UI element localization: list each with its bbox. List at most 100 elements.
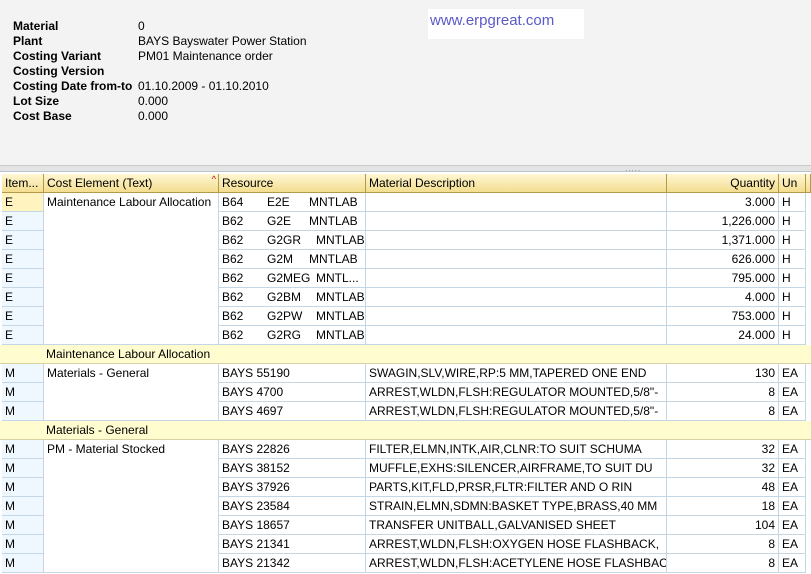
quantity-cell[interactable]: 8 — [667, 383, 779, 402]
quantity-cell[interactable]: 753.000 — [667, 307, 779, 326]
resource-cell[interactable]: B62 G2M MNTLAB — [219, 250, 366, 269]
resource-cell[interactable]: B62 G2E MNTLAB — [219, 212, 366, 231]
resource-cell[interactable]: BAYS 38152 — [219, 459, 366, 478]
resource-cell[interactable]: BAYS 37926 — [219, 478, 366, 497]
item-category-cell[interactable]: M — [2, 402, 44, 421]
subtotal-row[interactable]: Maintenance Labour Allocation — [0, 345, 811, 364]
resource-cell[interactable]: B62 G2GR MNTLAB — [219, 231, 366, 250]
item-category-cell[interactable]: E — [2, 212, 44, 231]
item-category-cell[interactable]: M — [2, 516, 44, 535]
resource-cell[interactable]: B62 G2MEG MNTL... — [219, 269, 366, 288]
quantity-cell[interactable]: 24.000 — [667, 326, 779, 345]
resource-cell[interactable]: BAYS 21342 — [219, 554, 366, 573]
column-header-unit[interactable]: Un — [779, 174, 806, 193]
material-description-cell[interactable] — [366, 269, 667, 288]
resource-cell[interactable]: BAYS 23584 — [219, 497, 366, 516]
resource-cell[interactable]: BAYS 4700 — [219, 383, 366, 402]
unit-cell[interactable]: H — [779, 307, 806, 326]
quantity-cell[interactable]: 130 — [667, 364, 779, 383]
unit-cell[interactable]: EA — [779, 440, 806, 459]
material-description-cell[interactable]: ARREST,WLDN,FLSH:REGULATOR MOUNTED,5/8"- — [366, 402, 667, 421]
material-description-cell[interactable]: PARTS,KIT,FLD,PRSR,FLTR:FILTER AND O RIN — [366, 478, 667, 497]
item-category-cell[interactable]: M — [2, 459, 44, 478]
quantity-cell[interactable]: 8 — [667, 554, 779, 573]
item-category-cell[interactable]: E — [2, 326, 44, 345]
resource-cell[interactable]: B64 E2E MNTLAB — [219, 193, 366, 212]
quantity-cell[interactable]: 8 — [667, 535, 779, 554]
column-header-item[interactable]: Item... — [2, 174, 44, 193]
material-description-cell[interactable] — [366, 231, 667, 250]
column-header-resource[interactable]: Resource — [219, 174, 366, 193]
material-description-cell[interactable]: ARREST,WLDN,FLSH:REGULATOR MOUNTED,5/8"- — [366, 383, 667, 402]
quantity-cell[interactable]: 32 — [667, 440, 779, 459]
item-category-cell[interactable]: E — [2, 193, 44, 212]
item-category-cell[interactable]: E — [2, 250, 44, 269]
item-category-cell[interactable]: M — [2, 383, 44, 402]
unit-cell[interactable]: EA — [779, 459, 806, 478]
item-category-cell[interactable]: M — [2, 478, 44, 497]
quantity-cell[interactable]: 18 — [667, 497, 779, 516]
item-category-cell[interactable]: M — [2, 554, 44, 573]
unit-cell[interactable]: EA — [779, 383, 806, 402]
unit-cell[interactable]: H — [779, 269, 806, 288]
item-category-cell[interactable]: M — [2, 364, 44, 383]
unit-cell[interactable]: EA — [779, 554, 806, 573]
item-category-cell[interactable]: M — [2, 535, 44, 554]
material-description-cell[interactable]: MUFFLE,EXHS:SILENCER,AIRFRAME,TO SUIT DU — [366, 459, 667, 478]
material-description-cell[interactable]: ARREST,WLDN,FLSH:ACETYLENE HOSE FLASHBAC — [366, 554, 667, 573]
resource-cell[interactable]: B62 G2BM MNTLAB — [219, 288, 366, 307]
unit-cell[interactable]: EA — [779, 478, 806, 497]
unit-cell[interactable]: H — [779, 212, 806, 231]
material-description-cell[interactable] — [366, 326, 667, 345]
cost-element-cell[interactable]: Maintenance Labour Allocation — [44, 193, 219, 345]
resource-cell[interactable]: BAYS 21341 — [219, 535, 366, 554]
unit-cell[interactable]: EA — [779, 364, 806, 383]
item-category-cell[interactable]: E — [2, 231, 44, 250]
material-description-cell[interactable]: SWAGIN,SLV,WIRE,RP:5 MM,TAPERED ONE END — [366, 364, 667, 383]
resource-cell[interactable]: B62 G2PW MNTLAB — [219, 307, 366, 326]
quantity-cell[interactable]: 104 — [667, 516, 779, 535]
unit-cell[interactable]: H — [779, 288, 806, 307]
material-description-cell[interactable]: TRANSFER UNITBALL,GALVANISED SHEET — [366, 516, 667, 535]
item-category-cell[interactable]: E — [2, 307, 44, 326]
item-category-cell[interactable]: M — [2, 440, 44, 459]
unit-cell[interactable]: EA — [779, 497, 806, 516]
unit-cell[interactable]: H — [779, 193, 806, 212]
resource-cell[interactable]: BAYS 22826 — [219, 440, 366, 459]
material-description-cell[interactable] — [366, 193, 667, 212]
subtotal-row[interactable]: Materials - General — [0, 421, 811, 440]
cost-element-cell[interactable]: Materials - General — [44, 364, 219, 421]
resource-cell[interactable]: BAYS 4697 — [219, 402, 366, 421]
unit-cell[interactable]: H — [779, 326, 806, 345]
quantity-cell[interactable]: 48 — [667, 478, 779, 497]
resource-cell[interactable]: BAYS 55190 — [219, 364, 366, 383]
column-header-description[interactable]: Material Description — [366, 174, 667, 193]
column-header-cost-element[interactable]: Cost Element (Text) ^ — [44, 174, 219, 193]
column-header-quantity[interactable]: Quantity — [667, 174, 779, 193]
quantity-cell[interactable]: 795.000 — [667, 269, 779, 288]
quantity-cell[interactable]: 32 — [667, 459, 779, 478]
quantity-cell[interactable]: 4.000 — [667, 288, 779, 307]
cost-element-cell[interactable]: PM - Material Stocked — [44, 440, 219, 573]
material-description-cell[interactable] — [366, 212, 667, 231]
material-description-cell[interactable]: ARREST,WLDN,FLSH:OXYGEN HOSE FLASHBACK, — [366, 535, 667, 554]
quantity-cell[interactable]: 3.000 — [667, 193, 779, 212]
material-description-cell[interactable] — [366, 307, 667, 326]
resource-cell[interactable]: B62 G2RG MNTLAB — [219, 326, 366, 345]
resource-cell[interactable]: BAYS 18657 — [219, 516, 366, 535]
unit-cell[interactable]: H — [779, 231, 806, 250]
item-category-cell[interactable]: E — [2, 288, 44, 307]
material-description-cell[interactable]: STRAIN,ELMN,SDMN:BASKET TYPE,BRASS,40 MM — [366, 497, 667, 516]
quantity-cell[interactable]: 8 — [667, 402, 779, 421]
quantity-cell[interactable]: 626.000 — [667, 250, 779, 269]
unit-cell[interactable]: H — [779, 250, 806, 269]
material-description-cell[interactable] — [366, 250, 667, 269]
item-category-cell[interactable]: M — [2, 497, 44, 516]
quantity-cell[interactable]: 1,226.000 — [667, 212, 779, 231]
material-description-cell[interactable] — [366, 288, 667, 307]
item-category-cell[interactable]: E — [2, 269, 44, 288]
material-description-cell[interactable]: FILTER,ELMN,INTK,AIR,CLNR:TO SUIT SCHUMA — [366, 440, 667, 459]
unit-cell[interactable]: EA — [779, 535, 806, 554]
unit-cell[interactable]: EA — [779, 402, 806, 421]
unit-cell[interactable]: EA — [779, 516, 806, 535]
